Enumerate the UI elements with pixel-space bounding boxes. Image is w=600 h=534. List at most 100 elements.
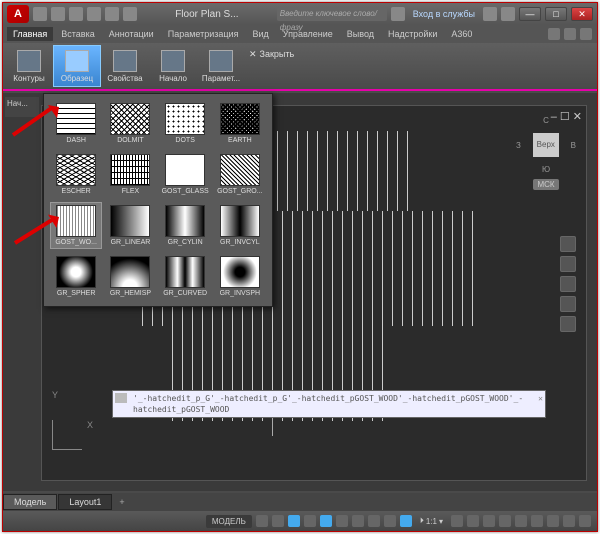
tab-a360[interactable]: A360 bbox=[445, 27, 478, 41]
qat-redo-icon[interactable] bbox=[105, 7, 119, 21]
status-3dosnap-icon[interactable] bbox=[336, 515, 348, 527]
pattern-swatch-gr_linear[interactable]: GR_LINEAR bbox=[104, 202, 156, 249]
search-icon[interactable] bbox=[391, 7, 405, 21]
boundaries-icon bbox=[17, 50, 41, 72]
model-tab[interactable]: Модель bbox=[3, 494, 57, 510]
nav-zoom-icon[interactable] bbox=[560, 276, 576, 292]
qat-undo-icon[interactable] bbox=[87, 7, 101, 21]
status-osnap-icon[interactable] bbox=[320, 515, 332, 527]
layout1-tab[interactable]: Layout1 bbox=[58, 494, 112, 510]
ribbon-boundaries-button[interactable]: Контуры bbox=[5, 45, 53, 87]
nav-pan-icon[interactable] bbox=[560, 256, 576, 272]
viewcube-south[interactable]: Ю bbox=[516, 165, 576, 174]
qat-print-icon[interactable] bbox=[123, 7, 137, 21]
viewcube-north[interactable]: С bbox=[516, 116, 576, 125]
view-cube[interactable]: С З Верх В Ю МСК bbox=[516, 116, 576, 206]
status-model-space[interactable]: МОДЕЛЬ bbox=[206, 515, 252, 528]
pattern-icon bbox=[65, 50, 89, 72]
wcs-badge[interactable]: МСК bbox=[533, 179, 558, 190]
status-lineweight-icon[interactable] bbox=[368, 515, 380, 527]
start-tab[interactable]: Нач... bbox=[5, 97, 39, 117]
pattern-swatch-earth[interactable]: EARTH bbox=[214, 100, 266, 147]
pattern-preview-icon bbox=[220, 256, 260, 288]
pattern-label: ESCHER bbox=[62, 188, 91, 195]
pattern-label: DOLMIT bbox=[117, 137, 143, 144]
pattern-swatch-gr_spher[interactable]: GR_SPHER bbox=[50, 253, 102, 300]
window-minimize-button[interactable]: — bbox=[519, 7, 541, 21]
panel-icon[interactable] bbox=[548, 28, 560, 40]
status-otrack-icon[interactable] bbox=[352, 515, 364, 527]
status-transparency-icon[interactable] bbox=[384, 515, 396, 527]
pattern-preview-icon bbox=[165, 154, 205, 186]
qat-new-icon[interactable] bbox=[33, 7, 47, 21]
command-line[interactable]: ✕ '_-hatchedit_p_G'_-hatchedit_p_G'_-hat… bbox=[112, 390, 546, 418]
nav-orbit-icon[interactable] bbox=[560, 296, 576, 312]
pattern-swatch-gost_gro...[interactable]: GOST_GRO... bbox=[214, 151, 266, 198]
nav-showmotion-icon[interactable] bbox=[560, 316, 576, 332]
ribbon-label: Начало bbox=[159, 74, 187, 83]
viewcube-west[interactable]: З bbox=[516, 141, 521, 150]
window-close-button[interactable]: ✕ bbox=[571, 7, 593, 21]
help-search-input[interactable]: Введите ключевое слово/фразу bbox=[277, 7, 387, 21]
panel-icon[interactable] bbox=[564, 28, 576, 40]
status-units-icon[interactable] bbox=[499, 515, 511, 527]
qat-open-icon[interactable] bbox=[51, 7, 65, 21]
status-grid-icon[interactable] bbox=[256, 515, 268, 527]
layout-tabs: Модель Layout1 + bbox=[3, 493, 597, 511]
status-ortho-icon[interactable] bbox=[288, 515, 300, 527]
pattern-swatch-escher[interactable]: ESCHER bbox=[50, 151, 102, 198]
pattern-swatch-dolmit[interactable]: DOLMIT bbox=[104, 100, 156, 147]
tab-annotations[interactable]: Аннотации bbox=[103, 27, 160, 41]
tab-view[interactable]: Вид bbox=[246, 27, 274, 41]
pattern-swatch-gr_curved[interactable]: GR_CURVED bbox=[159, 253, 212, 300]
pattern-label: GR_HEMISP bbox=[110, 290, 151, 297]
app-logo[interactable]: A bbox=[7, 5, 29, 23]
pattern-swatch-gr_cylin[interactable]: GR_CYLIN bbox=[159, 202, 212, 249]
status-clean-icon[interactable] bbox=[563, 515, 575, 527]
exchange-icon[interactable] bbox=[483, 7, 497, 21]
command-close-icon[interactable]: ✕ bbox=[538, 393, 543, 404]
pattern-swatch-gr_invcyl[interactable]: GR_INVCYL bbox=[214, 202, 266, 249]
status-snap-icon[interactable] bbox=[272, 515, 284, 527]
qat-save-icon[interactable] bbox=[69, 7, 83, 21]
tab-manage[interactable]: Управление bbox=[277, 27, 339, 41]
pattern-swatch-gr_hemisp[interactable]: GR_HEMISP bbox=[104, 253, 156, 300]
panel-icon[interactable] bbox=[580, 28, 592, 40]
help-icon[interactable] bbox=[501, 7, 515, 21]
pattern-label: FLEX bbox=[122, 188, 140, 195]
status-isolate-icon[interactable] bbox=[531, 515, 543, 527]
sign-in-link[interactable]: Вход в службы bbox=[409, 9, 479, 19]
status-gear-icon[interactable] bbox=[451, 515, 463, 527]
tab-addins[interactable]: Надстройки bbox=[382, 27, 443, 41]
pattern-label: GR_CURVED bbox=[163, 290, 207, 297]
pattern-swatch-dots[interactable]: DOTS bbox=[159, 100, 212, 147]
status-quickprops-icon[interactable] bbox=[515, 515, 527, 527]
add-layout-button[interactable]: + bbox=[113, 495, 130, 509]
ribbon-close-panel[interactable]: ✕Закрыть bbox=[245, 45, 295, 87]
status-annotation-scale[interactable]: ⏵ 1:1 ▾ bbox=[416, 515, 447, 527]
tab-parametric[interactable]: Параметризация bbox=[162, 27, 245, 41]
ribbon-properties-button[interactable]: Свойства bbox=[101, 45, 149, 87]
viewcube-east[interactable]: В bbox=[571, 141, 576, 150]
ribbon-options-button[interactable]: Парамет... bbox=[197, 45, 245, 87]
window-maximize-button[interactable]: □ bbox=[545, 7, 567, 21]
status-cycling-icon[interactable] bbox=[400, 515, 412, 527]
status-workspace-icon[interactable] bbox=[467, 515, 479, 527]
tab-output[interactable]: Вывод bbox=[341, 27, 380, 41]
pattern-preview-icon bbox=[56, 154, 96, 186]
status-customize-icon[interactable] bbox=[579, 515, 591, 527]
ribbon-pattern-button[interactable]: Образец bbox=[53, 45, 101, 87]
tab-insert[interactable]: Вставка bbox=[55, 27, 100, 41]
viewcube-top-face[interactable]: Верх bbox=[533, 133, 559, 157]
status-monitor-icon[interactable] bbox=[483, 515, 495, 527]
nav-wheel-icon[interactable] bbox=[560, 236, 576, 252]
ribbon-origin-button[interactable]: Начало bbox=[149, 45, 197, 87]
tab-home[interactable]: Главная bbox=[7, 27, 53, 41]
ribbon-label: Парамет... bbox=[202, 74, 240, 83]
status-hardware-icon[interactable] bbox=[547, 515, 559, 527]
pattern-swatch-gost_glass[interactable]: GOST_GLASS bbox=[159, 151, 212, 198]
status-polar-icon[interactable] bbox=[304, 515, 316, 527]
pattern-label: DASH bbox=[66, 137, 85, 144]
pattern-swatch-gr_invsph[interactable]: GR_INVSPH bbox=[214, 253, 266, 300]
pattern-swatch-flex[interactable]: FLEX bbox=[104, 151, 156, 198]
